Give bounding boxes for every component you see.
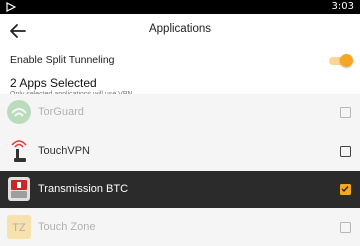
app-checkbox[interactable] [340,107,351,118]
app-row-touch-zone[interactable]: TZ Touch Zone [0,209,360,246]
app-bar: Applications [0,14,360,48]
touchvpn-icon [6,138,32,164]
app-checkbox[interactable] [340,146,351,157]
status-time: 3:03 [331,1,354,12]
app-row-transmission-btc[interactable]: Transmission BTC [0,171,360,208]
touchzone-icon: TZ [7,215,31,239]
apps-selected-count: 2 Apps Selected [10,76,97,90]
checkmark-icon [341,186,349,193]
app-row-touchvpn[interactable]: TouchVPN [0,133,360,170]
toggle-thumb [340,54,353,67]
app-row-torguard[interactable]: TorGuard [0,94,360,131]
page-title: Applications [148,23,211,35]
app-name: TorGuard [38,106,84,118]
app-checkbox-checked[interactable] [340,184,351,195]
play-store-icon [6,2,16,12]
status-bar: 3:03 [0,0,360,14]
app-name: Transmission BTC [38,183,129,195]
transmission-icon [8,177,30,201]
split-tunneling-label: Enable Split Tunneling [10,54,115,66]
split-tunneling-toggle[interactable] [329,54,353,67]
torguard-icon [7,100,31,124]
svg-text:TZ: TZ [12,222,26,234]
app-name: Touch Zone [38,221,96,233]
app-checkbox[interactable] [340,222,351,233]
app-name: TouchVPN [38,145,90,157]
